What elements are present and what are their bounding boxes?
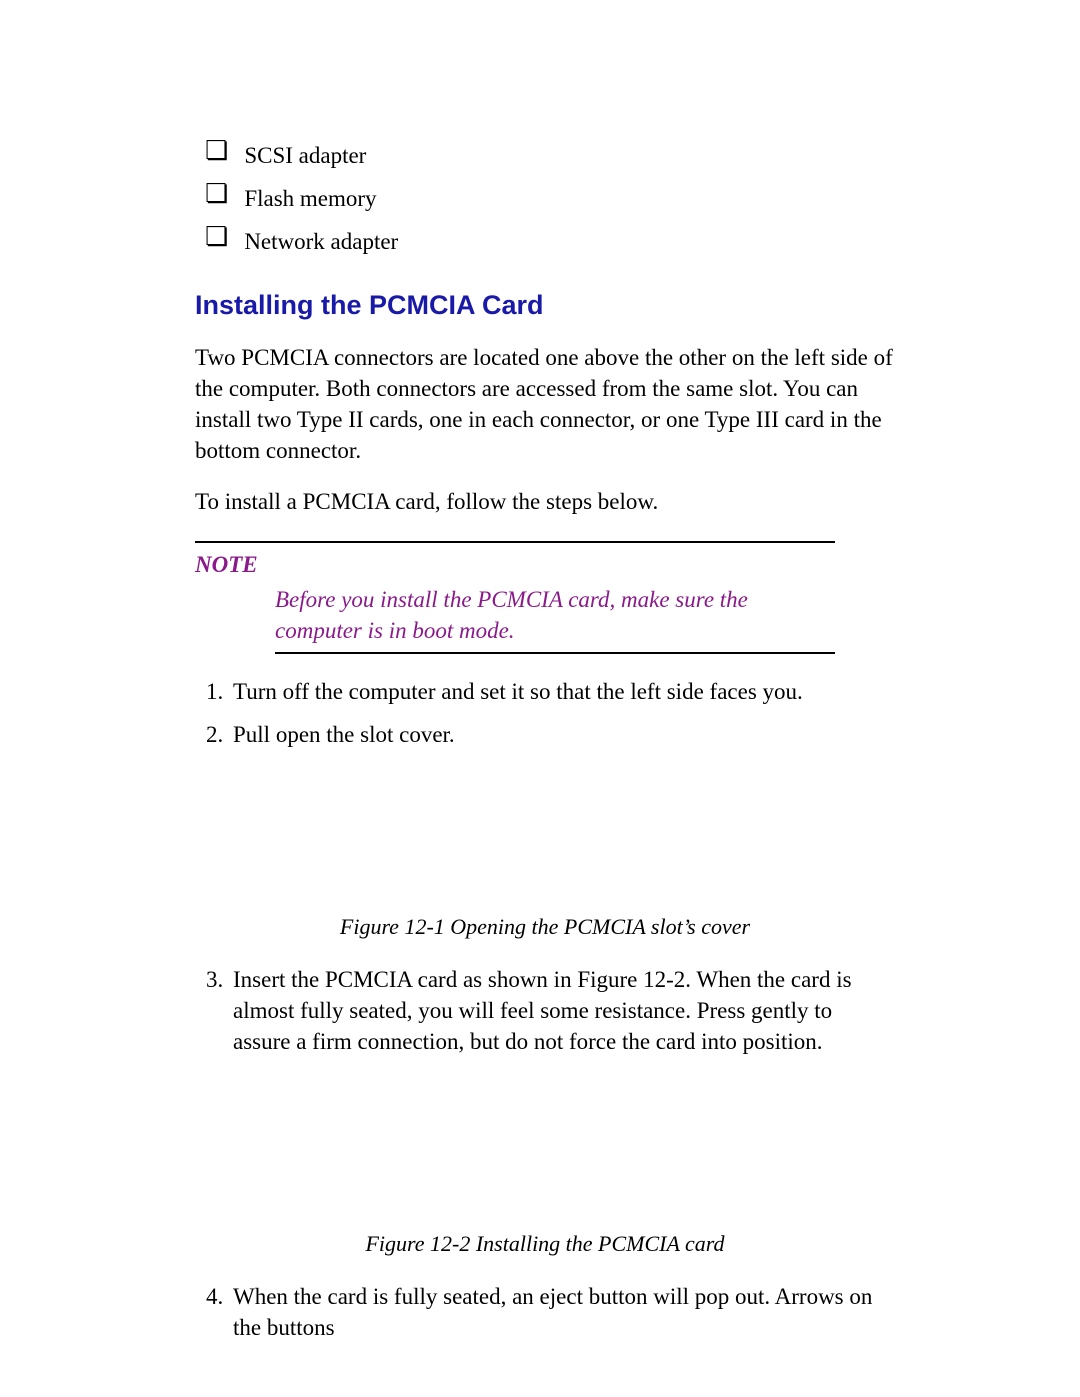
note-label: NOTE <box>195 549 895 580</box>
step-item: Turn off the computer and set it so that… <box>229 676 895 707</box>
intro-paragraph-2: To install a PCMCIA card, follow the ste… <box>195 486 895 517</box>
step-text: Insert the PCMCIA card as shown in Figur… <box>233 967 852 1054</box>
checklist-item: ❏ SCSI adapter <box>195 140 895 171</box>
step-item: Pull open the slot cover. <box>229 719 895 750</box>
note-body: Before you install the PCMCIA card, make… <box>275 584 835 646</box>
checklist: ❏ SCSI adapter ❏ Flash memory ❏ Network … <box>195 140 895 257</box>
steps-list-continued-2: When the card is fully seated, an eject … <box>195 1281 895 1343</box>
note-rule-top <box>195 541 835 543</box>
document-page: ❏ SCSI adapter ❏ Flash memory ❏ Network … <box>0 0 1080 1397</box>
checklist-label: Flash memory <box>244 183 376 214</box>
steps-list-continued: Insert the PCMCIA card as shown in Figur… <box>195 964 895 1057</box>
note-rule-bottom <box>275 652 835 654</box>
checkbox-icon: ❏ <box>205 181 228 207</box>
checklist-label: SCSI adapter <box>244 140 366 171</box>
step-text: When the card is fully seated, an eject … <box>233 1284 872 1340</box>
step-text: Turn off the computer and set it so that… <box>233 679 803 704</box>
note-block: NOTE Before you install the PCMCIA card,… <box>195 541 895 654</box>
steps-list: Turn off the computer and set it so that… <box>195 676 895 750</box>
step-item: Insert the PCMCIA card as shown in Figur… <box>229 964 895 1057</box>
step-item: When the card is fully seated, an eject … <box>229 1281 895 1343</box>
checkbox-icon: ❏ <box>205 138 228 164</box>
checklist-item: ❏ Network adapter <box>195 226 895 257</box>
intro-paragraph-1: Two PCMCIA connectors are located one ab… <box>195 342 895 466</box>
checklist-label: Network adapter <box>244 226 398 257</box>
figure-placeholder-2 <box>195 1069 895 1229</box>
figure-placeholder-1 <box>195 762 895 912</box>
checklist-item: ❏ Flash memory <box>195 183 895 214</box>
step-text: Pull open the slot cover. <box>233 722 455 747</box>
figure-caption-1: Figure 12-1 Opening the PCMCIA slot’s co… <box>195 912 895 942</box>
figure-caption-2: Figure 12-2 Installing the PCMCIA card <box>195 1229 895 1259</box>
section-heading: Installing the PCMCIA Card <box>195 287 895 323</box>
checkbox-icon: ❏ <box>205 224 228 250</box>
